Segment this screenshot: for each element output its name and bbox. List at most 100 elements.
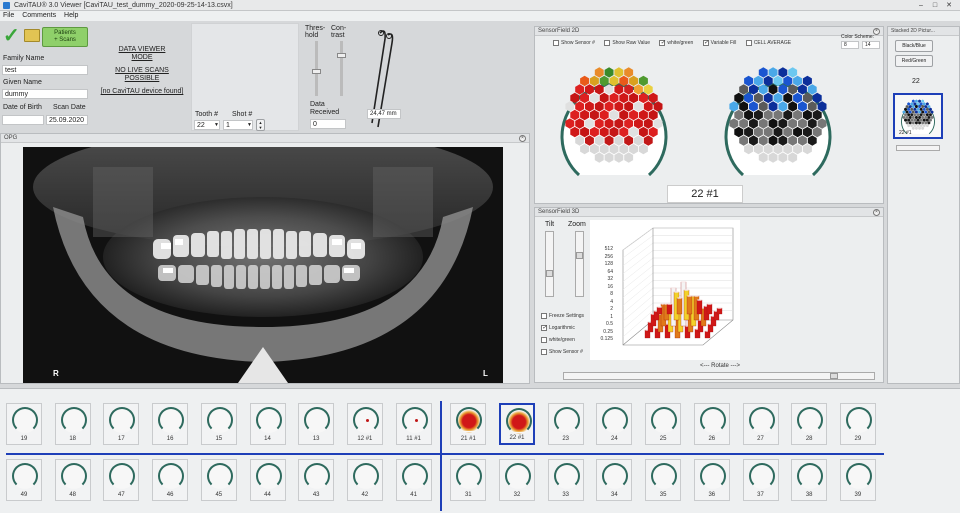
- tooth-thumbnail[interactable]: 26: [693, 403, 730, 445]
- scan-date-field[interactable]: 25.09.2020: [46, 115, 88, 125]
- checkbox-icon[interactable]: [553, 40, 559, 46]
- checkbox-checked-icon[interactable]: ✓: [702, 40, 709, 46]
- option-cell-average[interactable]: CELL AVERAGE: [745, 40, 791, 46]
- checkbox-icon[interactable]: [745, 40, 752, 46]
- tooth-thumbnail[interactable]: 35: [645, 459, 682, 501]
- tooth-thumbnail[interactable]: 38: [791, 459, 828, 501]
- tooth-dropdown-icon[interactable]: ▼: [214, 122, 219, 128]
- red-green-button[interactable]: Red/Green: [895, 55, 933, 67]
- minimize-icon[interactable]: –: [914, 0, 928, 11]
- tooth-thumbnail[interactable]: 16: [152, 403, 189, 445]
- tooth-thumbnail[interactable]: 27: [742, 403, 779, 445]
- tooth-thumbnail[interactable]: 39: [839, 459, 876, 501]
- tooth-number: 16: [166, 436, 174, 442]
- tooth-thumbnail[interactable]: 41: [395, 459, 432, 501]
- bar-cap: [717, 307, 722, 309]
- rotate-slider[interactable]: [563, 372, 875, 380]
- checkbox-icon[interactable]: [541, 312, 547, 319]
- checkbox-checked-icon[interactable]: ✓: [659, 40, 665, 46]
- stacked-thumbnail[interactable]: 22 #1: [893, 93, 943, 139]
- tooth-thumbnail[interactable]: 17: [103, 403, 140, 445]
- contrast-slider[interactable]: [337, 41, 346, 96]
- tooth-sensor-icon: [748, 407, 775, 433]
- tooth-thumbnail[interactable]: 48: [54, 459, 91, 501]
- contrast-slider-knob[interactable]: [337, 53, 346, 58]
- tooth-thumbnail[interactable]: 42: [346, 459, 383, 501]
- dob-field[interactable]: [2, 115, 44, 125]
- shot-stepper[interactable]: ▲ ▼: [256, 119, 265, 131]
- menu-file[interactable]: File: [3, 12, 14, 19]
- zoom-slider[interactable]: [575, 231, 584, 297]
- option-white-green[interactable]: ✓ white/green: [659, 40, 693, 46]
- tooth-number: 18: [69, 436, 77, 442]
- color-scheme-select-b[interactable]: 14: [862, 41, 880, 49]
- option-variable-fill[interactable]: ✓ Variable Fill: [702, 40, 736, 46]
- tooth-thumbnail[interactable]: 32: [499, 459, 535, 501]
- menu-comments[interactable]: Comments: [22, 12, 56, 19]
- tooth-thumbnail[interactable]: 37: [742, 459, 779, 501]
- z-axis-tick: 16: [607, 283, 613, 290]
- color-scheme-select-a[interactable]: 8: [841, 41, 859, 49]
- black-blue-button[interactable]: Black/Blue: [895, 40, 933, 52]
- checkbox-icon[interactable]: [541, 336, 547, 343]
- patients-scans-button[interactable]: Patients + Scans: [42, 27, 88, 47]
- tooth-thumbnail[interactable]: 44: [249, 459, 286, 501]
- tooth-thumbnail[interactable]: 23: [547, 403, 584, 445]
- tilt-slider[interactable]: [545, 231, 554, 297]
- tooth-thumbnail[interactable]: 21 #1: [450, 403, 487, 445]
- rotate-slider-knob[interactable]: [830, 373, 838, 379]
- tooth-thumbnail[interactable]: 19: [6, 403, 42, 445]
- z-axis-tick: 0.125: [600, 336, 613, 342]
- checkbox-icon[interactable]: [604, 40, 611, 46]
- tooth-thumbnail[interactable]: 34: [596, 459, 633, 501]
- stacked-scrollbar[interactable]: [896, 145, 940, 151]
- option-freeze-settings[interactable]: Freeze Settings: [541, 310, 584, 322]
- tooth-thumbnail[interactable]: 18: [54, 403, 91, 445]
- tooth-thumbnail[interactable]: 22 #1: [499, 403, 535, 445]
- tilt-slider-knob[interactable]: [546, 270, 553, 277]
- option-white-green-3d[interactable]: white/green: [541, 334, 584, 346]
- tooth-thumbnail[interactable]: 13: [298, 403, 335, 445]
- divider-vertical: [440, 401, 442, 511]
- threshold-slider[interactable]: [312, 41, 321, 96]
- option-show-sensor[interactable]: Show Sensor #: [553, 40, 595, 46]
- tooth-thumbnail[interactable]: 31: [450, 459, 487, 501]
- checkbox-icon[interactable]: [541, 348, 547, 355]
- tooth-shot-panel: Tooth # Shot # 22 ▼ 1 ▼ ▲ ▼: [191, 23, 299, 131]
- tooth-thumbnail[interactable]: 24: [596, 403, 633, 445]
- bar-cap: [674, 291, 679, 293]
- tooth-thumbnail[interactable]: 28: [791, 403, 828, 445]
- sensor-cell: [911, 99, 915, 103]
- tooth-thumbnail[interactable]: 25: [645, 403, 682, 445]
- menu-help[interactable]: Help: [64, 12, 78, 19]
- option-logarithmic[interactable]: ✓ Logarithmic: [541, 322, 584, 334]
- tooth-thumbnail[interactable]: 11 #1: [395, 403, 432, 445]
- tooth-thumbnail[interactable]: 14: [249, 403, 286, 445]
- tooth-thumbnail[interactable]: 43: [298, 459, 335, 501]
- option-show-raw-value[interactable]: Show Raw Value: [604, 40, 650, 46]
- sensorfield-3d-close-icon[interactable]: ×: [873, 209, 880, 216]
- tooth-thumbnail[interactable]: 45: [200, 459, 237, 501]
- zoom-slider-knob[interactable]: [576, 252, 583, 259]
- threshold-slider-knob[interactable]: [312, 69, 321, 74]
- family-name-field[interactable]: test: [2, 65, 88, 75]
- tooth-thumbnail[interactable]: 15: [200, 403, 237, 445]
- tooth-thumbnail[interactable]: 47: [103, 459, 140, 501]
- maximize-icon[interactable]: □: [928, 0, 942, 11]
- checkbox-checked-icon[interactable]: ✓: [541, 324, 547, 331]
- tooth-number: 48: [69, 492, 77, 498]
- sensor-cell: [629, 75, 639, 87]
- tooth-thumbnail[interactable]: 29: [839, 403, 876, 445]
- tooth-thumbnail[interactable]: 49: [6, 459, 42, 501]
- close-icon[interactable]: ✕: [942, 0, 956, 11]
- tooth-thumbnail[interactable]: 33: [547, 459, 584, 501]
- opg-close-icon[interactable]: ×: [519, 135, 526, 142]
- bar: [666, 303, 673, 315]
- shot-dropdown-icon[interactable]: ▼: [247, 122, 252, 128]
- given-name-field[interactable]: dummy: [2, 89, 88, 99]
- option-show-sensor-3d[interactable]: Show Sensor #: [541, 346, 584, 358]
- tooth-number: 26: [708, 436, 716, 442]
- tooth-thumbnail[interactable]: 46: [152, 459, 189, 501]
- tooth-thumbnail[interactable]: 12 #1: [346, 403, 383, 445]
- tooth-thumbnail[interactable]: 36: [693, 459, 730, 501]
